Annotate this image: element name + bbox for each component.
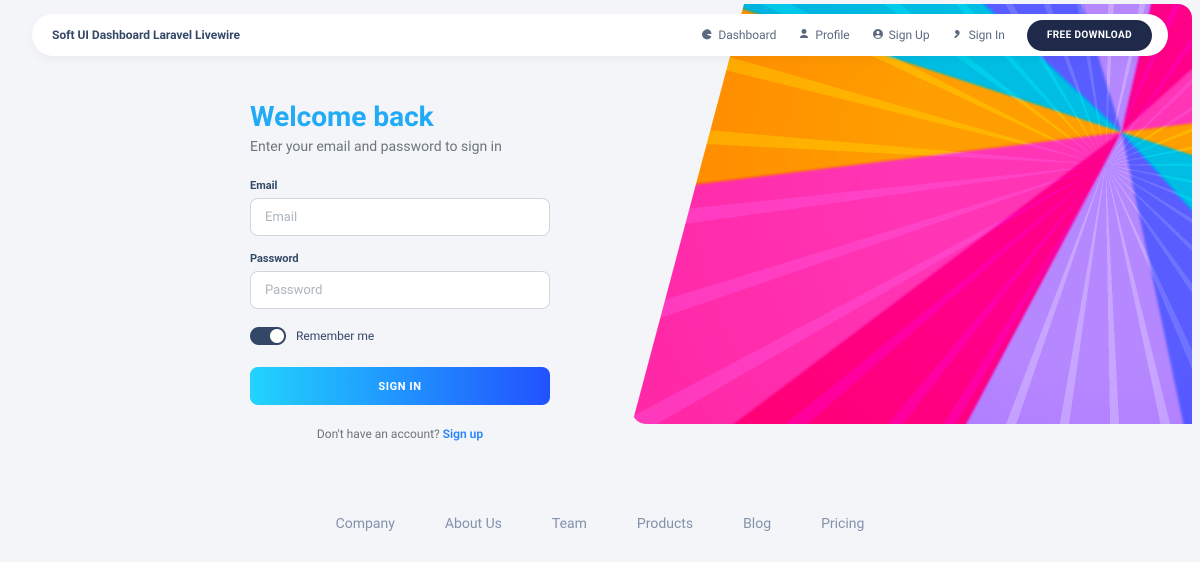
footer-blog[interactable]: Blog <box>743 516 771 532</box>
remember-row: Remember me <box>250 327 550 345</box>
pie-chart-icon <box>701 28 713 43</box>
signin-form: Welcome back Enter your email and passwo… <box>250 100 550 441</box>
password-field[interactable] <box>250 271 550 309</box>
footer-company[interactable]: Company <box>336 516 395 532</box>
key-icon <box>952 28 964 43</box>
nav-signin[interactable]: Sign In <box>952 28 1005 43</box>
footer-about[interactable]: About Us <box>445 516 502 532</box>
signup-prompt: Don't have an account? Sign up <box>250 427 550 441</box>
brand-title: Soft UI Dashboard Laravel Livewire <box>52 28 240 42</box>
signin-button[interactable]: SIGN IN <box>250 367 550 405</box>
page-subtitle: Enter your email and password to sign in <box>250 139 550 155</box>
user-icon <box>798 28 810 43</box>
signup-prompt-text: Don't have an account? <box>317 427 443 441</box>
nav-profile-label: Profile <box>815 28 849 42</box>
remember-toggle[interactable] <box>250 327 286 345</box>
remember-label: Remember me <box>296 329 374 343</box>
user-circle-icon <box>872 28 884 43</box>
top-navbar: Soft UI Dashboard Laravel Livewire Dashb… <box>32 14 1168 56</box>
signup-link[interactable]: Sign up <box>443 427 483 441</box>
email-field[interactable] <box>250 198 550 236</box>
footer-team[interactable]: Team <box>552 516 587 532</box>
footer-pricing[interactable]: Pricing <box>821 516 864 532</box>
password-label: Password <box>250 252 550 265</box>
nav-signup[interactable]: Sign Up <box>872 28 930 43</box>
nav-links: Dashboard Profile Sign Up Sign In <box>701 28 1005 43</box>
email-label: Email <box>250 179 550 192</box>
nav-profile[interactable]: Profile <box>798 28 849 43</box>
footer-products[interactable]: Products <box>637 516 693 532</box>
nav-signin-label: Sign In <box>969 28 1005 42</box>
hero-illustration <box>632 4 1192 424</box>
free-download-button[interactable]: FREE DOWNLOAD <box>1027 20 1152 51</box>
nav-dashboard[interactable]: Dashboard <box>701 28 776 43</box>
nav-signup-label: Sign Up <box>889 28 930 42</box>
page-title: Welcome back <box>250 100 550 133</box>
footer-links: Company About Us Team Products Blog Pric… <box>0 516 1200 532</box>
nav-dashboard-label: Dashboard <box>718 28 776 42</box>
toggle-knob <box>270 329 284 343</box>
